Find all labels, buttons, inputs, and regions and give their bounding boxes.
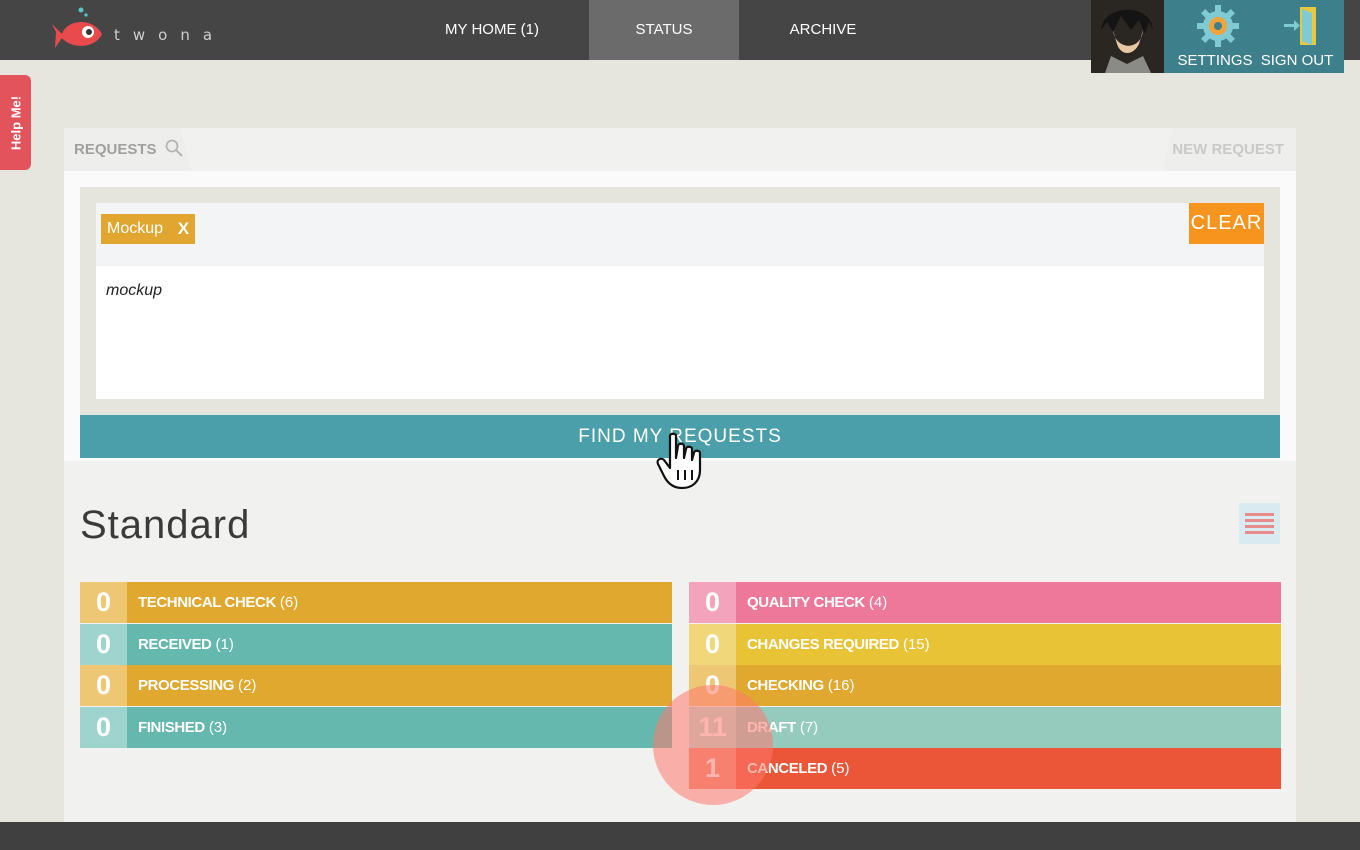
settings-button[interactable]: SETTINGS [1170, 0, 1260, 73]
nav-archive[interactable]: ARCHIVE [760, 0, 886, 60]
tab-new-request[interactable]: NEW REQUEST [1162, 128, 1296, 172]
status-name: FINISHED [138, 718, 205, 736]
status-label: QUALITY CHECK (4) [736, 582, 1281, 623]
footer-bar [0, 822, 1360, 850]
status-name: TECHNICAL CHECK [138, 594, 276, 611]
help-tab-label: Help Me! [8, 95, 23, 150]
sign-out-button[interactable]: SIGN OUT [1252, 0, 1342, 73]
list-view-icon[interactable] [1239, 503, 1280, 544]
status-name: CHANGES REQUIRED [747, 635, 899, 653]
user-avatar[interactable] [1091, 0, 1164, 73]
status-label: DRAFT (7) [736, 707, 1281, 748]
status-label: TECHNICAL CHECK (6) [127, 582, 672, 623]
status-row[interactable]: 11 DRAFT (7) [689, 706, 1281, 748]
status-count: 11 [689, 706, 736, 748]
status-column-left: 0 TECHNICAL CHECK (6) 0 RECEIVED (1) 0 PROCESSI… [80, 582, 672, 748]
status-count: 0 [689, 665, 736, 706]
status-total: (16) [827, 677, 855, 694]
status-total: (2) [238, 677, 257, 694]
user-menu: SETTINGS SIGN OUT [1164, 0, 1344, 73]
status-total: (1) [215, 635, 234, 653]
status-count: 0 [689, 623, 736, 665]
search-frame: Mockup X CLEAR [80, 187, 1280, 415]
remove-tag-button[interactable]: X [178, 214, 189, 244]
hand-cursor-icon [656, 432, 702, 490]
status-row[interactable]: 0 TECHNICAL CHECK (6) [80, 582, 672, 623]
status-total: (7) [799, 718, 819, 736]
search-input[interactable] [106, 279, 1006, 303]
status-count: 0 [80, 623, 127, 665]
status-total: (15) [902, 635, 930, 653]
status-label: FINISHED (3) [127, 707, 672, 748]
section-title: Standard [80, 503, 251, 547]
status-row[interactable]: 0 PROCESSING (2) [80, 665, 672, 706]
nav-my-home[interactable]: MY HOME (1) [420, 0, 564, 60]
search-box: Mockup X CLEAR [96, 203, 1264, 399]
settings-label: SETTINGS [1177, 52, 1253, 69]
search-icon [165, 139, 183, 157]
status-label: CHECKING (16) [736, 665, 1281, 706]
status-name: CANCELED [747, 760, 828, 777]
help-tab[interactable]: Help Me! [0, 75, 31, 170]
sign-out-label: SIGN OUT [1260, 52, 1334, 69]
fish-logo-icon[interactable] [52, 4, 108, 58]
status-count: 0 [689, 582, 736, 623]
brand-name: twona [114, 26, 226, 44]
status-label: CHANGES REQUIRED (15) [736, 624, 1281, 665]
status-row[interactable]: 0 QUALITY CHECK (4) [689, 582, 1281, 623]
status-total: (4) [868, 594, 888, 611]
status-count: 1 [689, 748, 736, 789]
status-row[interactable]: 0 CHANGES REQUIRED (15) [689, 623, 1281, 665]
status-count: 0 [80, 665, 127, 706]
status-row[interactable]: 1 CANCELED (5) [689, 748, 1281, 789]
tag-row: Mockup X CLEAR [96, 203, 1264, 266]
search-area: Mockup X CLEAR FIND MY REQUESTS [64, 171, 1296, 461]
clear-button[interactable]: CLEAR [1189, 203, 1264, 244]
tab-requests-label: REQUESTS [74, 141, 157, 158]
status-total: (5) [831, 760, 850, 777]
status-label: RECEIVED (1) [127, 624, 672, 665]
door-exit-icon [1284, 7, 1316, 45]
status-row[interactable]: 0 FINISHED (3) [80, 706, 672, 748]
status-label: PROCESSING (2) [127, 665, 672, 706]
status-count: 0 [80, 706, 127, 748]
status-row[interactable]: 0 CHECKING (16) [689, 665, 1281, 706]
status-name: PROCESSING [138, 677, 235, 694]
gear-icon [1197, 5, 1239, 47]
status-total: (3) [208, 718, 228, 736]
filter-tag-label: Mockup [107, 220, 164, 237]
nav-status[interactable]: STATUS [589, 0, 739, 60]
status-name: CHECKING [747, 677, 824, 694]
status-total: (6) [279, 594, 299, 611]
status-label: CANCELED (5) [736, 748, 1281, 789]
status-count: 0 [80, 582, 127, 623]
status-name: QUALITY CHECK [747, 594, 865, 611]
status-name: RECEIVED [138, 635, 212, 653]
filter-tag: Mockup X [101, 214, 196, 244]
status-column-right: 0 QUALITY CHECK (4) 0 CHANGES REQUIRED (15) 0 C… [689, 582, 1281, 790]
status-name: DRAFT [747, 718, 796, 736]
status-row[interactable]: 0 RECEIVED (1) [80, 623, 672, 665]
tab-requests[interactable]: REQUESTS [64, 128, 192, 172]
